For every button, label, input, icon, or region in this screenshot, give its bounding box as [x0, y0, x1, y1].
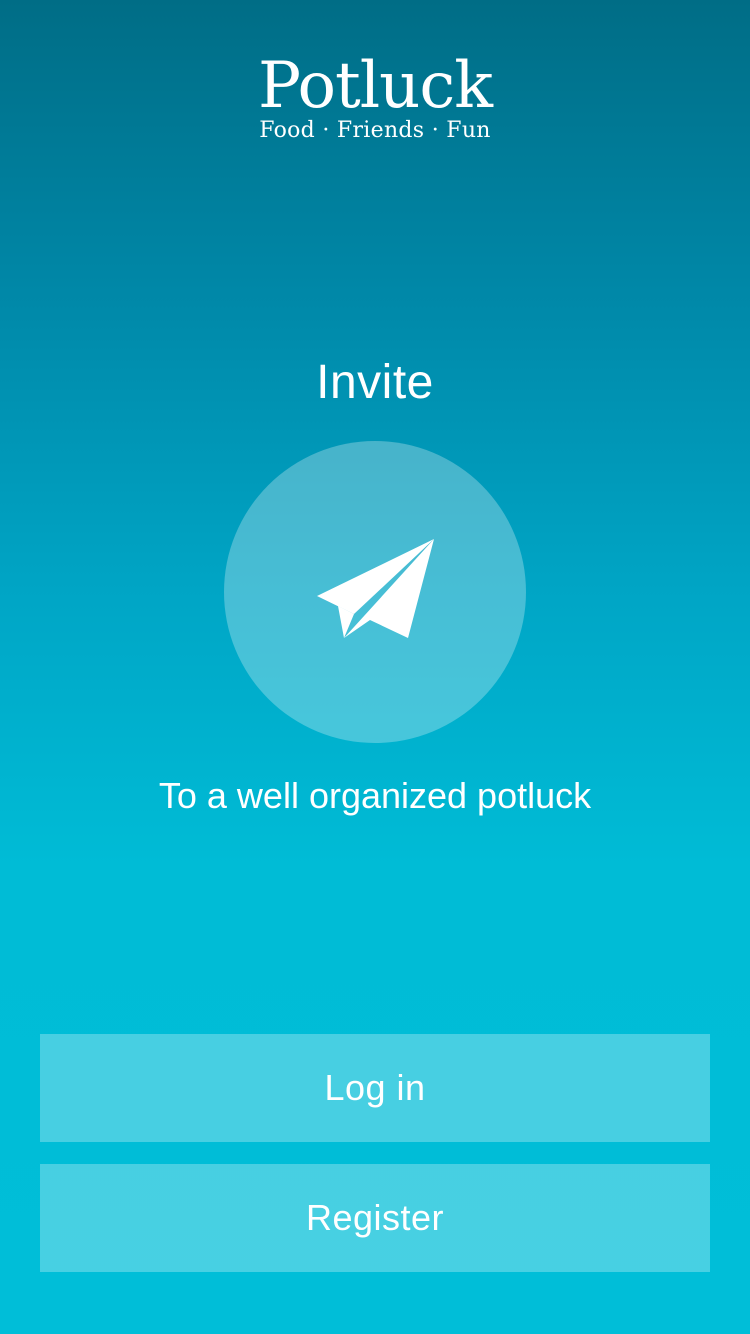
feature-description: To a well organized potluck	[158, 775, 592, 816]
feature-title: Invite	[316, 356, 434, 409]
login-button[interactable]: Log in	[40, 1034, 710, 1142]
register-button[interactable]: Register	[40, 1164, 710, 1272]
feature-icon-circle	[224, 441, 526, 743]
brand-header: Potluck Food · Friends · Fun	[0, 50, 750, 144]
app-tagline: Food · Friends · Fun	[259, 118, 491, 143]
onboarding-screen: Potluck Food · Friends · Fun Invite To a…	[0, 0, 750, 1334]
paper-plane-icon	[317, 539, 434, 638]
app-title: Potluck	[257, 49, 493, 123]
